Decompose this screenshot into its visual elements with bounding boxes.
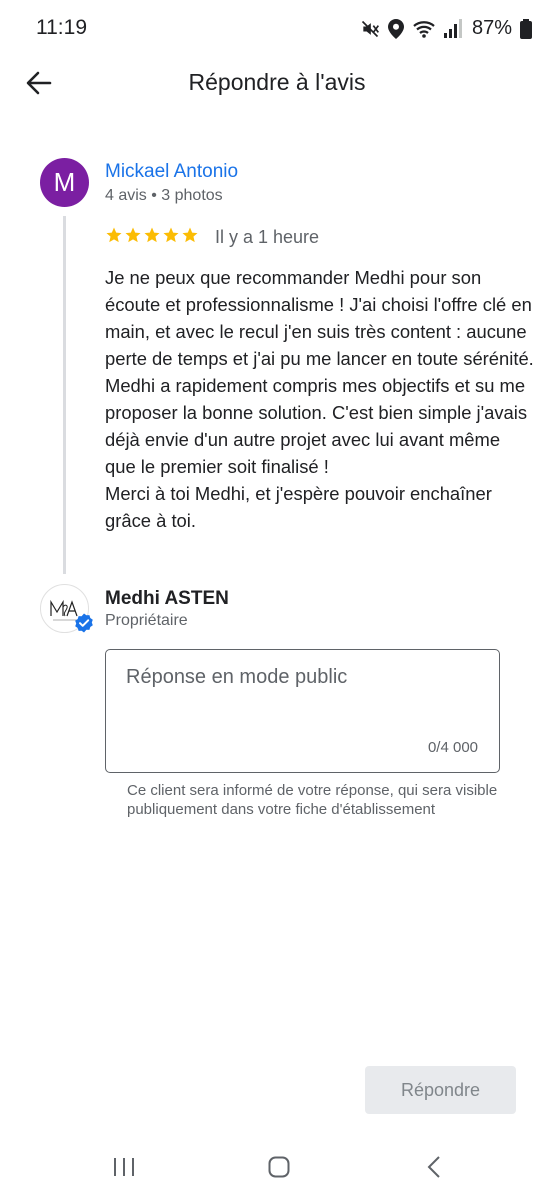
thread-line	[63, 216, 66, 574]
location-icon	[387, 18, 404, 39]
star-icon	[124, 226, 142, 244]
review-time: Il y a 1 heure	[215, 227, 320, 247]
star-icon	[143, 226, 161, 244]
page-title: Répondre à l'avis	[188, 69, 366, 95]
reviewer-avatar[interactable]: M	[40, 158, 89, 207]
verified-badge-icon	[75, 613, 93, 633]
battery-icon	[520, 18, 532, 39]
wifi-icon	[412, 19, 436, 39]
home-icon	[268, 1156, 290, 1183]
signal-icon	[443, 18, 462, 39]
submit-reply-button[interactable]: Répondre	[365, 1066, 516, 1114]
app-bar: Répondre à l'avis	[0, 60, 554, 108]
star-icon	[181, 226, 199, 244]
reviewer-meta: 4 avis • 3 photos	[105, 187, 223, 204]
back-nav-button[interactable]	[417, 1154, 451, 1184]
mute-icon	[360, 19, 380, 39]
review-text: Je ne peux que recommander Medhi pour so…	[105, 267, 534, 531]
recent-apps-button[interactable]	[107, 1154, 141, 1184]
battery-percent: 87%	[471, 17, 512, 39]
reviewer-name[interactable]: Mickael Antonio	[105, 161, 238, 183]
chevron-left-icon	[427, 1155, 441, 1183]
star-icon	[105, 226, 123, 244]
home-button[interactable]	[262, 1154, 296, 1184]
status-bar: 11:19 87%	[0, 0, 554, 60]
recent-apps-icon	[113, 1157, 135, 1182]
avatar-letter: M	[53, 167, 76, 197]
status-icons: 87%	[360, 17, 532, 40]
star-rating	[105, 226, 199, 244]
status-time: 11:19	[36, 16, 87, 39]
owner-role: Propriétaire	[105, 612, 188, 629]
system-nav-bar	[0, 1140, 554, 1200]
owner-name: Medhi ASTEN	[105, 588, 229, 609]
char-counter: 0/4 000	[427, 739, 478, 756]
helper-text: Ce client sera informé de votre réponse,…	[127, 782, 498, 818]
star-icon	[162, 226, 180, 244]
reply-field: 0/4 000	[105, 649, 500, 773]
